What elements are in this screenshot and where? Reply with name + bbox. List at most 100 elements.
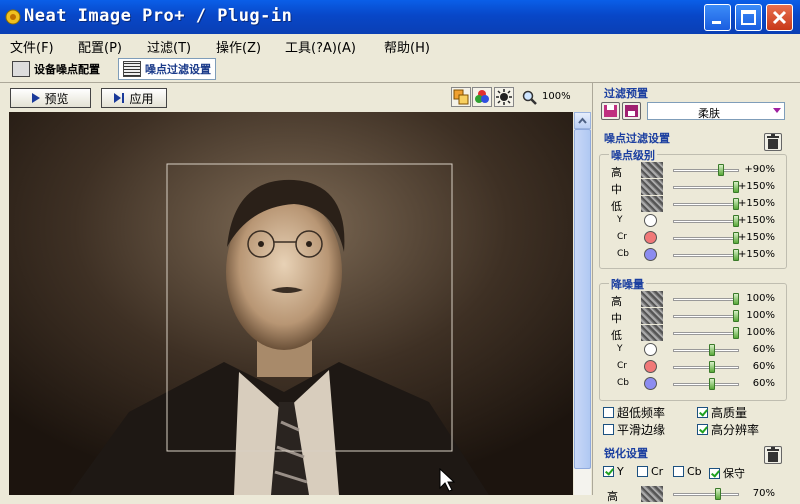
apply-icon bbox=[114, 93, 125, 103]
noise-reduction-slider-track[interactable] bbox=[673, 315, 739, 318]
checkbox-box[interactable] bbox=[603, 407, 614, 418]
noise-level-slider-track[interactable] bbox=[673, 254, 739, 257]
noise-pattern-swatch bbox=[641, 291, 663, 307]
close-button[interactable] bbox=[766, 4, 793, 31]
noise-reduction-slider-knob[interactable] bbox=[709, 378, 715, 390]
noise-pattern-swatch bbox=[641, 308, 663, 324]
image-scrollbar[interactable] bbox=[574, 112, 591, 495]
chevron-down-icon bbox=[773, 108, 781, 113]
noise-level-row: Cb +150% bbox=[597, 247, 787, 264]
noise-level-value: +150% bbox=[738, 198, 775, 209]
sharpen-channel-checkbox[interactable]: Cr bbox=[637, 465, 663, 478]
trash-icon bbox=[767, 447, 779, 462]
noise-level-row: Y +150% bbox=[597, 213, 787, 230]
reset-filter-button[interactable] bbox=[764, 133, 782, 151]
option-label: 高质量 bbox=[711, 406, 748, 420]
noise-level-slider-track[interactable] bbox=[673, 186, 739, 189]
sun-icon bbox=[496, 89, 512, 105]
channel-color-swatch bbox=[644, 343, 657, 356]
minimize-button[interactable] bbox=[704, 4, 731, 31]
maximize-icon bbox=[741, 10, 756, 25]
noise-reduction-row: Y 60% bbox=[597, 342, 787, 359]
load-preset-button[interactable] bbox=[622, 102, 641, 120]
preset-title: 过滤预置 bbox=[604, 87, 648, 100]
option-label: 超低频率 bbox=[617, 406, 666, 420]
noise-reduction-slider-track[interactable] bbox=[673, 349, 739, 352]
sharpen-row-label: 高 bbox=[607, 490, 618, 503]
noise-reduction-slider-track[interactable] bbox=[673, 366, 739, 369]
noise-reduction-value: 60% bbox=[752, 361, 775, 372]
checkbox-box[interactable] bbox=[709, 467, 720, 479]
zoom-icon[interactable] bbox=[522, 90, 538, 106]
noise-level-slider-track[interactable] bbox=[673, 220, 739, 223]
noise-reduction-label: 低 bbox=[611, 329, 622, 342]
sharpen-channel-label: Cb bbox=[687, 465, 702, 478]
sharpen-channel-checkbox[interactable]: Y bbox=[603, 465, 624, 478]
tab-device-label: 设备噪点配置 bbox=[34, 63, 100, 76]
option-checkbox[interactable]: 高质量 bbox=[697, 404, 747, 421]
sharpen-channel-checkbox[interactable]: 保守 bbox=[709, 465, 745, 481]
close-icon bbox=[772, 10, 787, 25]
preset-dropdown[interactable]: 柔肤 bbox=[647, 102, 785, 120]
noise-level-slider-track[interactable] bbox=[673, 169, 739, 172]
noise-reduction-value: 100% bbox=[746, 327, 775, 338]
checkbox-box[interactable] bbox=[603, 466, 614, 477]
menu-action[interactable]: 操作(Z) bbox=[216, 37, 261, 56]
noise-level-slider-knob[interactable] bbox=[718, 164, 724, 176]
menu-file[interactable]: 文件(F) bbox=[10, 37, 54, 56]
option-checkbox[interactable]: 平滑边缘 bbox=[603, 421, 665, 438]
checkbox-box[interactable] bbox=[697, 407, 708, 418]
noise-reduction-row: Cb 60% bbox=[597, 376, 787, 393]
noise-reduction-slider-knob[interactable] bbox=[733, 310, 739, 322]
brightness-button[interactable] bbox=[494, 87, 514, 107]
preview-label: 预览 bbox=[44, 91, 69, 106]
checkbox-box[interactable] bbox=[673, 466, 684, 477]
checkbox-box[interactable] bbox=[637, 466, 648, 477]
tab-device-noise-profile[interactable]: 设备噪点配置 bbox=[8, 58, 104, 80]
option-checkbox[interactable]: 高分辨率 bbox=[697, 421, 759, 438]
noise-level-row: Cr +150% bbox=[597, 230, 787, 247]
menu-filter[interactable]: 过滤(T) bbox=[147, 37, 191, 56]
noise-reduction-slider-knob[interactable] bbox=[709, 361, 715, 373]
chevron-up-icon bbox=[578, 117, 587, 124]
checkbox-box[interactable] bbox=[603, 424, 614, 435]
tab-filter-label: 噪点过滤设置 bbox=[145, 63, 211, 76]
menu-tools[interactable]: 工具(?A)(A) bbox=[285, 37, 356, 56]
noise-level-label: Cr bbox=[617, 232, 627, 242]
save-preset-button[interactable] bbox=[601, 102, 620, 120]
scroll-up-button[interactable] bbox=[574, 112, 591, 129]
compare-icon bbox=[453, 89, 469, 105]
sharpen-channel-label: Y bbox=[617, 465, 624, 478]
compare-button[interactable] bbox=[451, 87, 471, 107]
noise-reduction-row: 低 100% bbox=[597, 325, 787, 342]
noise-reduction-label: 高 bbox=[611, 295, 622, 308]
option-label: 高分辨率 bbox=[711, 423, 760, 437]
tab-noise-filter-settings[interactable]: 噪点过滤设置 bbox=[118, 58, 216, 80]
image-preview[interactable] bbox=[9, 112, 573, 495]
noise-reduction-slider-track[interactable] bbox=[673, 298, 739, 301]
window-title: Neat Image Pro+ / Plug-in bbox=[24, 6, 293, 26]
menu-help[interactable]: 帮助(H) bbox=[384, 37, 430, 56]
reset-sharpen-button[interactable] bbox=[764, 446, 782, 464]
noise-level-slider-track[interactable] bbox=[673, 203, 739, 206]
noise-level-row: 中 +150% bbox=[597, 179, 787, 196]
noise-reduction-slider-knob[interactable] bbox=[709, 344, 715, 356]
sharpen-slider-knob[interactable] bbox=[715, 488, 721, 500]
play-icon bbox=[32, 93, 41, 103]
noise-reduction-label: Cr bbox=[617, 361, 627, 371]
noise-reduction-slider-track[interactable] bbox=[673, 383, 739, 386]
noise-reduction-slider-knob[interactable] bbox=[733, 293, 739, 305]
apply-button[interactable]: 应用 bbox=[101, 88, 167, 108]
preview-button[interactable]: 预览 bbox=[10, 88, 91, 108]
checkbox-box[interactable] bbox=[697, 424, 708, 435]
sharpen-channel-checkbox[interactable]: Cb bbox=[673, 465, 702, 478]
noise-level-slider-track[interactable] bbox=[673, 237, 739, 240]
noise-reduction-slider-knob[interactable] bbox=[733, 327, 739, 339]
maximize-button[interactable] bbox=[735, 4, 762, 31]
zoom-level[interactable]: 100% bbox=[542, 91, 571, 102]
scroll-thumb[interactable] bbox=[574, 129, 591, 469]
option-checkbox[interactable]: 超低频率 bbox=[603, 404, 665, 421]
color-channels-button[interactable] bbox=[472, 87, 492, 107]
menu-profile[interactable]: 配置(P) bbox=[78, 37, 122, 56]
noise-reduction-slider-track[interactable] bbox=[673, 332, 739, 335]
